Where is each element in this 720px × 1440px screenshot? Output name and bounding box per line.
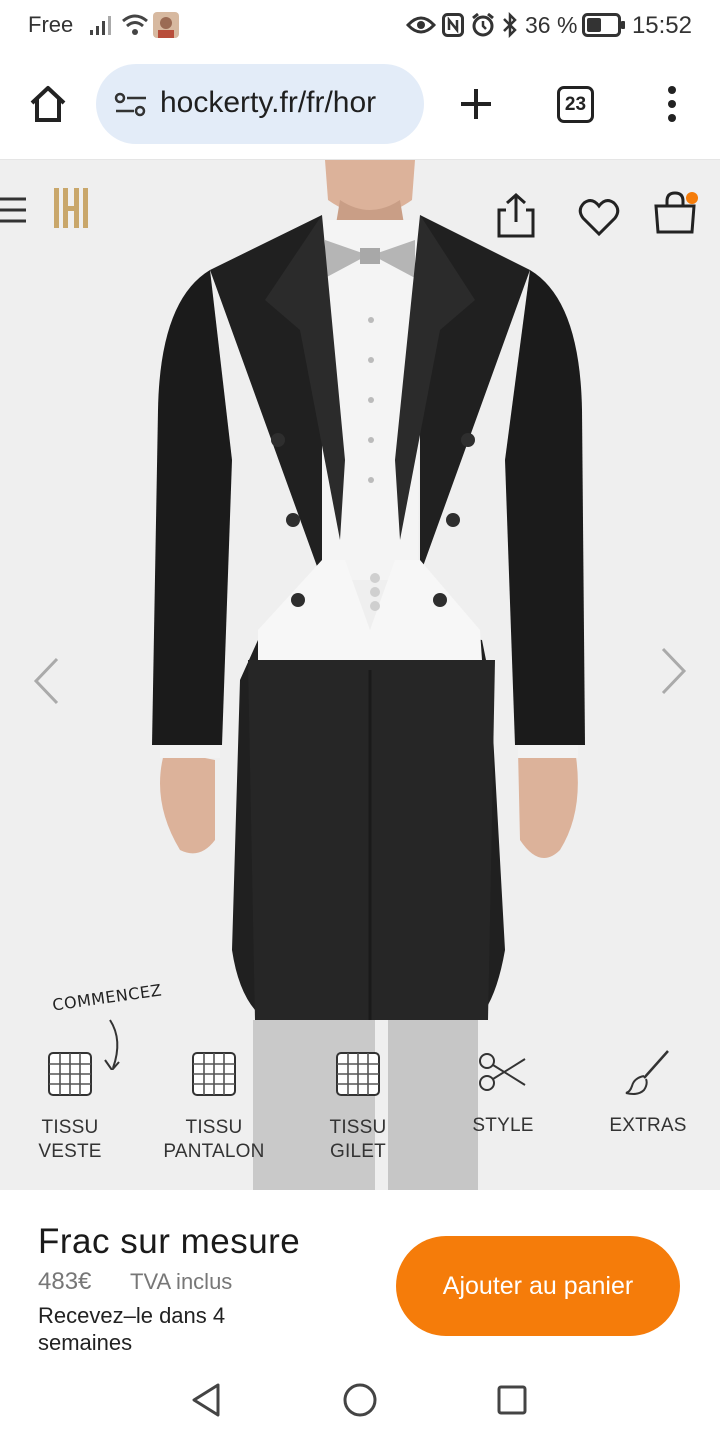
brush-icon[interactable] <box>624 1048 672 1096</box>
wifi-icon <box>122 14 148 35</box>
site-settings-icon[interactable] <box>114 91 148 119</box>
option-extras[interactable]: EXTRAS <box>598 1114 698 1138</box>
tax-note: TVA inclus <box>130 1269 233 1294</box>
option-style[interactable]: STYLE <box>453 1114 553 1138</box>
fabric-swatch-icon[interactable] <box>190 1050 238 1098</box>
carrier-name: Free <box>28 12 74 37</box>
delivery-estimate: Recevez–le dans 4 semaines <box>38 1303 226 1355</box>
option-fabric-waistcoat[interactable]: TISSU GILET <box>308 1116 408 1164</box>
option-fabric-trousers[interactable]: TISSU PANTALON <box>154 1116 274 1164</box>
hamburger-menu-icon[interactable] <box>0 196 30 224</box>
status-bar: Free 36 % 15:52 <box>0 0 720 52</box>
back-icon[interactable] <box>190 1382 222 1418</box>
fabric-swatch-icon[interactable] <box>334 1050 382 1098</box>
url-text[interactable]: hockerty.fr/fr/hor <box>160 86 376 120</box>
shopping-bag-icon[interactable] <box>652 190 700 236</box>
clock: 15:52 <box>631 12 692 39</box>
more-menu-icon[interactable] <box>664 84 680 124</box>
browser-toolbar: hockerty.fr/fr/hor 23 <box>0 52 720 160</box>
carousel-next-icon[interactable] <box>660 646 688 696</box>
home-nav-icon[interactable] <box>342 1382 378 1418</box>
add-to-cart-button[interactable]: Ajouter au panier <box>396 1236 680 1336</box>
battery-icon <box>582 13 625 37</box>
eye-icon <box>406 16 436 34</box>
wishlist-heart-icon[interactable] <box>578 198 620 238</box>
product-title: Frac sur mesure <box>38 1222 301 1261</box>
scissors-icon[interactable] <box>478 1050 528 1094</box>
address-bar[interactable]: hockerty.fr/fr/hor <box>96 64 424 144</box>
option-fabric-jacket[interactable]: TISSU VESTE <box>20 1116 120 1164</box>
nfc-icon <box>442 13 464 37</box>
avatar-icon <box>153 12 179 38</box>
product-configurator: COMMENCEZ TISSU VESTE TISSU PANTALON TIS… <box>0 160 720 1190</box>
signal-icon <box>90 16 111 35</box>
system-navigation-bar <box>0 1360 720 1440</box>
share-icon[interactable] <box>496 192 536 240</box>
new-tab-icon[interactable] <box>458 86 494 122</box>
tab-switcher-button[interactable]: 23 <box>557 86 594 123</box>
recents-icon[interactable] <box>496 1384 528 1416</box>
product-summary: Frac sur mesure 483€ TVA inclus Recevez–… <box>0 1190 720 1360</box>
bluetooth-icon <box>503 12 517 38</box>
carousel-prev-icon[interactable] <box>32 656 60 706</box>
battery-percent: 36 % <box>525 12 578 38</box>
fabric-swatch-icon[interactable] <box>46 1050 94 1098</box>
brand-logo-icon[interactable] <box>52 186 90 230</box>
product-price: 483€ <box>38 1268 92 1295</box>
alarm-icon <box>472 12 494 37</box>
home-icon[interactable] <box>28 84 68 124</box>
